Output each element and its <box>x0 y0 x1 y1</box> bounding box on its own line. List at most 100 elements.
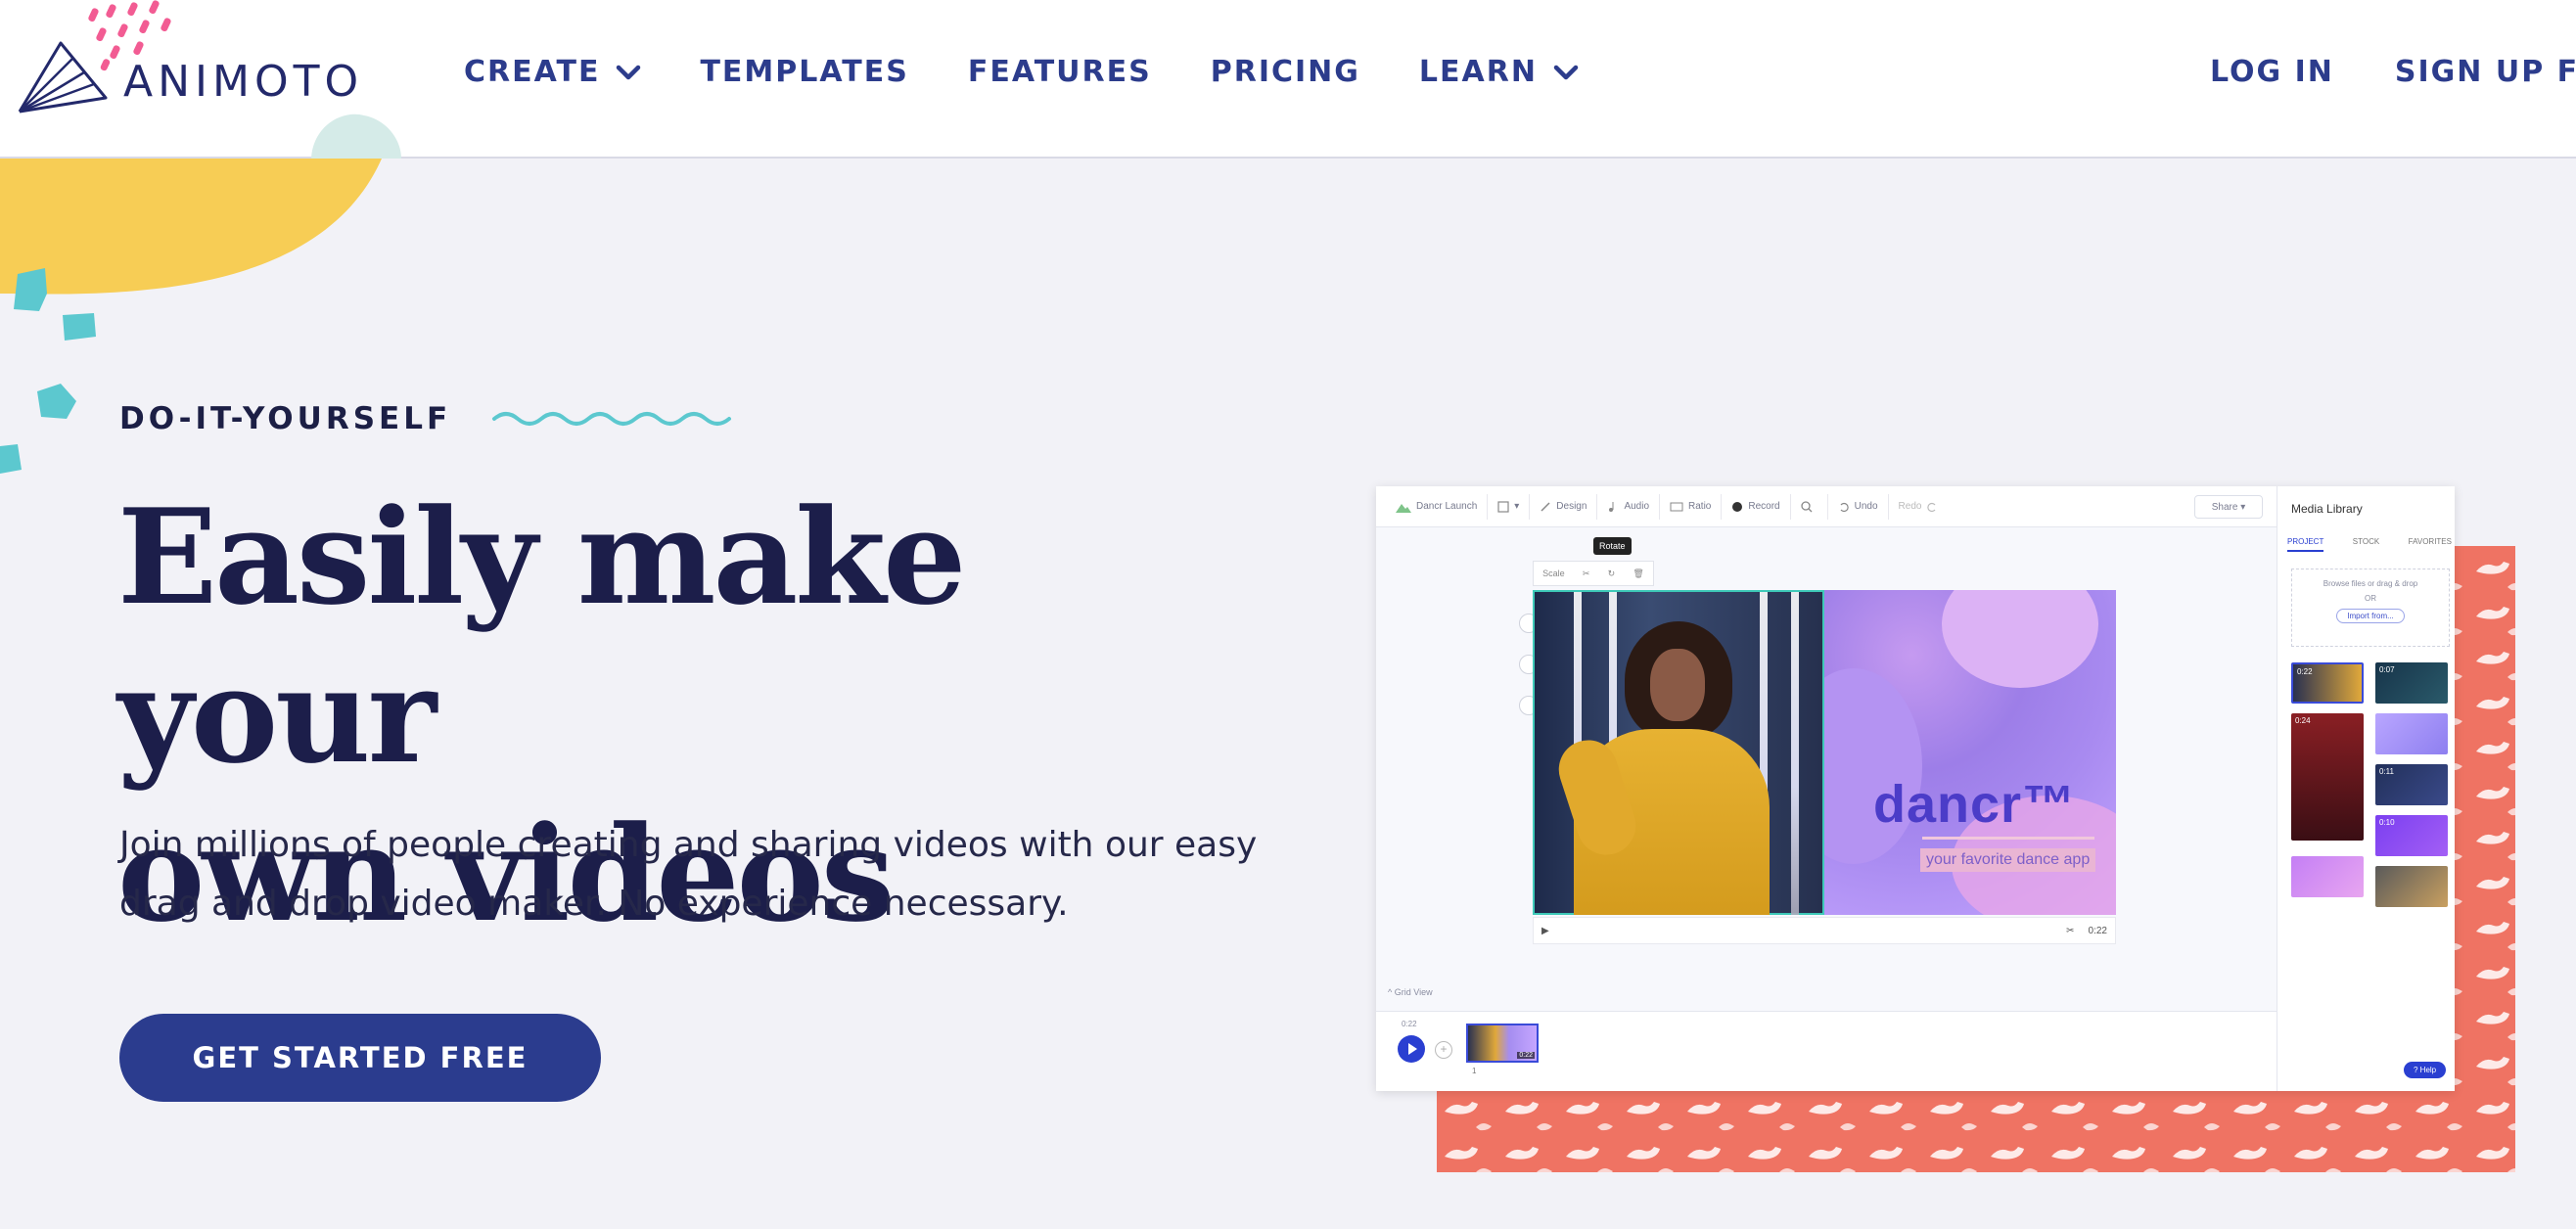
squiggle-icon <box>492 412 732 426</box>
undo-button[interactable]: Undo <box>1828 493 1889 520</box>
eyebrow-row: DO-IT-YOURSELF <box>119 401 735 436</box>
dancer-video[interactable] <box>1533 590 1824 915</box>
project-name[interactable]: Dancr Launch <box>1386 493 1489 520</box>
tile-time: 0:07 <box>2379 665 2395 674</box>
add-scene-button[interactable]: + <box>1435 1041 1452 1059</box>
scene-tools: Scale ✂ ↻ 🗑 <box>1533 561 1654 586</box>
brand-name-text: dancr™ <box>1873 775 2077 834</box>
search-button[interactable] <box>1791 493 1828 520</box>
nav-item-create[interactable]: CREATE <box>464 55 641 89</box>
nav-label: TEMPLATES <box>700 55 909 89</box>
hero-subtext: Join millions of people creating and sha… <box>119 825 1258 924</box>
import-button[interactable]: Import from... <box>2336 609 2405 623</box>
media-tile[interactable]: 0:11 <box>2375 764 2448 805</box>
media-library-title: Media Library <box>2291 502 2363 516</box>
play-button[interactable] <box>1398 1035 1425 1063</box>
editor-mockup: Dancr Launch ▾ Design Audio Ratio Record… <box>1376 486 2455 1091</box>
editor-toolbar: Dancr Launch ▾ Design Audio Ratio Record… <box>1376 486 2277 527</box>
ratio-button[interactable]: Ratio <box>1660 493 1723 520</box>
tile-time: 0:24 <box>2295 716 2311 725</box>
nav-label: FEATURES <box>967 55 1152 89</box>
signup-link[interactable]: SIGN UP FREE <box>2395 55 2576 89</box>
save-menu[interactable]: ▾ <box>1488 493 1531 520</box>
media-tile[interactable]: 0:24 <box>2291 713 2364 841</box>
redo-label: Redo <box>1898 501 1922 512</box>
nav-label: LEARN <box>1418 55 1538 89</box>
project-name-label: Dancr Launch <box>1416 501 1478 512</box>
or-label: OR <box>2365 594 2376 603</box>
music-note-icon <box>1609 501 1614 512</box>
login-link[interactable]: LOG IN <box>2210 55 2334 89</box>
design-label: Design <box>1556 501 1587 512</box>
tile-time: 0:11 <box>2379 767 2394 776</box>
timeline-time: 0:22 <box>1402 1020 1417 1028</box>
tab-project[interactable]: PROJECT <box>2287 537 2324 552</box>
scissors-icon[interactable]: ✂ <box>2066 926 2074 936</box>
play-icon[interactable]: ▶ <box>1541 926 1549 936</box>
brand-slide[interactable]: dancr™ your favorite dance app <box>1824 590 2116 915</box>
ratio-label: Ratio <box>1688 501 1712 512</box>
rotate-icon[interactable]: ↻ <box>1608 569 1616 579</box>
redo-button[interactable]: Redo <box>1889 494 1949 520</box>
browse-files-text[interactable]: Browse files or drag & drop <box>2323 579 2418 588</box>
media-tile[interactable]: 0:22 <box>2291 662 2364 704</box>
media-tile[interactable]: 0:10 <box>2375 815 2448 856</box>
record-label: Record <box>1748 501 1780 512</box>
share-label: Share <box>2211 501 2238 513</box>
media-tile[interactable]: 0:07 <box>2375 662 2448 704</box>
upload-dropzone[interactable]: Browse files or drag & drop OR Import fr… <box>2291 569 2450 647</box>
caret-down-icon: ▾ <box>1514 501 1520 512</box>
yellow-blob-shape <box>0 159 382 295</box>
top-navigation: ANIMOTO CREATE TEMPLATES FEATURES PRICIN… <box>0 0 2576 159</box>
media-tile[interactable] <box>2291 856 2364 897</box>
timeline: 0:22 + 0:22 1 <box>1376 1011 2277 1091</box>
scene-number: 1 <box>1472 1067 1477 1075</box>
grid-view-label: Grid View <box>1394 987 1433 997</box>
nav-item-templates[interactable]: TEMPLATES <box>700 55 908 89</box>
nav-label: PRICING <box>1210 55 1360 89</box>
rotate-tooltip: Rotate <box>1593 537 1632 555</box>
headline-line-1: Easily make your <box>117 479 966 793</box>
save-icon <box>1497 500 1509 513</box>
undo-icon <box>1840 502 1849 512</box>
design-button[interactable]: Design <box>1530 493 1598 520</box>
media-tile[interactable] <box>2375 713 2448 754</box>
logo-mark-icon <box>18 41 108 114</box>
grid-view-toggle[interactable]: ^ Grid View <box>1388 987 1433 997</box>
account-nav: LOG IN SIGN UP FREE <box>2210 55 2576 89</box>
scene-thumbnail[interactable]: 0:22 <box>1466 1024 1539 1063</box>
logo-wordmark: ANIMOTO <box>123 56 364 107</box>
media-tile[interactable] <box>2375 866 2448 907</box>
audio-button[interactable]: Audio <box>1597 493 1661 520</box>
nav-item-pricing[interactable]: PRICING <box>1211 55 1360 89</box>
nav-item-learn[interactable]: LEARN <box>1419 55 1579 89</box>
undo-label: Undo <box>1854 501 1878 512</box>
teal-strokes-shape <box>0 268 96 474</box>
ratio-icon <box>1670 502 1683 511</box>
tab-stock[interactable]: STOCK <box>2353 537 2379 552</box>
search-icon <box>1800 500 1813 512</box>
help-label: Help <box>2419 1066 2437 1074</box>
caret-down-icon: ▾ <box>2240 501 2246 513</box>
nav-item-features[interactable]: FEATURES <box>968 55 1152 89</box>
animoto-logo[interactable]: ANIMOTO <box>16 37 363 115</box>
trash-icon[interactable]: 🗑 <box>1633 569 1643 579</box>
record-button[interactable]: Record <box>1722 493 1791 520</box>
tab-favorites[interactable]: FAVORITES <box>2409 537 2452 552</box>
help-button[interactable]: ? Help <box>2404 1062 2447 1078</box>
get-started-button[interactable]: GET STARTED FREE <box>119 1014 601 1102</box>
tile-time: 0:22 <box>2297 667 2313 676</box>
scale-button[interactable]: Scale <box>1542 569 1565 578</box>
scene-canvas[interactable]: dancr™ your favorite dance app <box>1533 590 2116 915</box>
share-button[interactable]: Share ▾ <box>2194 495 2263 519</box>
scene-playbar: ▶ ✂ 0:22 <box>1533 917 2116 944</box>
chevron-down-icon <box>617 65 641 79</box>
nav-label: CREATE <box>464 55 601 89</box>
thumb-time: 0:22 <box>1517 1052 1535 1059</box>
scene-duration: 0:22 <box>2088 925 2107 936</box>
chevron-down-icon <box>1553 65 1579 79</box>
tile-time: 0:10 <box>2379 818 2395 827</box>
mountain-icon <box>1396 503 1411 513</box>
brand-tagline: your favorite dance app <box>1920 848 2096 872</box>
scissors-icon[interactable]: ✂ <box>1583 569 1590 579</box>
